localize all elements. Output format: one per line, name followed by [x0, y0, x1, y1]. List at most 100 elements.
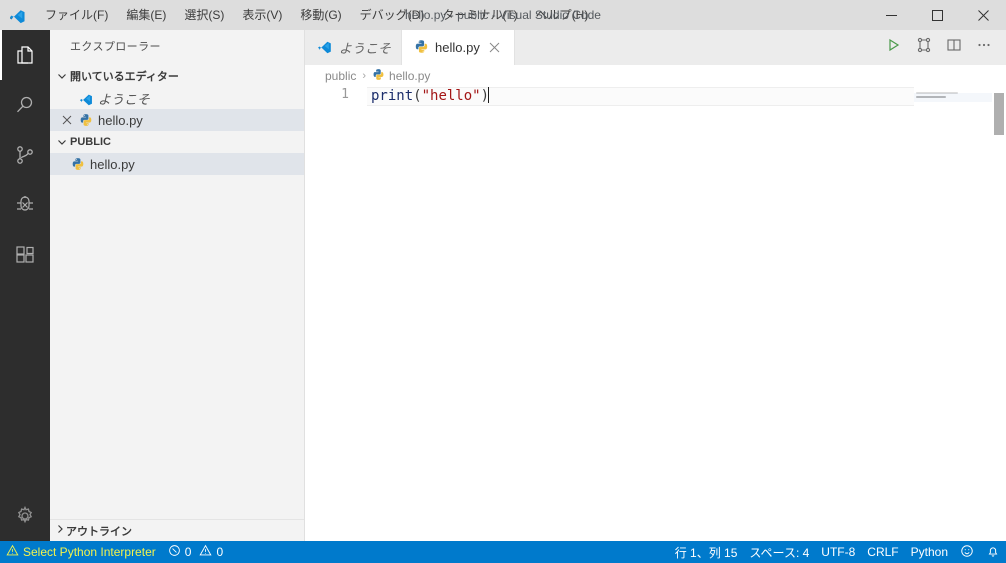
- play-icon: [886, 37, 902, 58]
- open-editor-label: hello.py: [98, 112, 143, 128]
- run-and-debug-button[interactable]: [910, 30, 938, 65]
- scrollbar-thumb[interactable]: [994, 93, 1004, 135]
- status-label: Select Python Interpreter: [23, 545, 156, 559]
- menu-item-view[interactable]: 表示(V): [233, 0, 291, 30]
- menu-item-edit[interactable]: 編集(E): [117, 0, 175, 30]
- files-icon: [13, 43, 37, 67]
- text-cursor: [488, 87, 490, 103]
- python-icon: [414, 39, 429, 57]
- token-function: print: [371, 88, 414, 104]
- vscode-window: ファイル(F) 編集(E) 選択(S) 表示(V) 移動(G) デバッグ(D) …: [0, 0, 1006, 563]
- activity-bar-item-manage[interactable]: [0, 491, 50, 541]
- breadcrumb-separator: ›: [362, 70, 367, 82]
- fork-icon: [916, 37, 932, 58]
- source-control-icon: [13, 143, 37, 167]
- sidebar-outline-label: アウトライン: [66, 525, 132, 538]
- tab-label: ようこそ: [339, 41, 392, 56]
- status-indentation[interactable]: スペース: 4: [743, 541, 815, 563]
- breadcrumb-item-hello-py[interactable]: hello.py: [372, 68, 430, 84]
- error-circle-icon: [168, 544, 181, 560]
- title-bar: ファイル(F) 編集(E) 選択(S) 表示(V) 移動(G) デバッグ(D) …: [0, 0, 1006, 30]
- sidebar-title: エクスプローラー: [70, 41, 161, 53]
- menu-item-selection[interactable]: 選択(S): [175, 0, 233, 30]
- status-problems[interactable]: 0 0: [162, 541, 229, 563]
- vscode-logo-icon: [76, 91, 96, 106]
- ellipsis-icon: [976, 37, 992, 58]
- menu-item-file[interactable]: ファイル(F): [36, 0, 117, 30]
- activity-bar: [0, 30, 50, 541]
- warning-icon: [199, 544, 212, 560]
- status-warning-count: 0: [216, 545, 224, 559]
- sidebar-explorer: エクスプローラー 開いているエディター ようこそ hello.py PUBLIC…: [50, 30, 305, 541]
- bell-icon: [986, 544, 1000, 561]
- sidebar-section-label: 開いているエディター: [70, 71, 179, 83]
- menu-item-go[interactable]: 移動(G): [291, 0, 350, 30]
- activity-bar-item-source-control[interactable]: [0, 130, 50, 180]
- menu-item-terminal[interactable]: ターミナル(T): [433, 0, 526, 30]
- editor-toolbar: [880, 30, 1006, 65]
- activity-bar-item-extensions[interactable]: [0, 230, 50, 280]
- debug-icon: [13, 193, 37, 217]
- chevron-down-icon: [54, 136, 70, 148]
- line-number: 1: [341, 87, 349, 102]
- sidebar-section-folder-public[interactable]: PUBLIC: [50, 131, 304, 153]
- code-editor[interactable]: 1 print("hello"): [305, 87, 1006, 541]
- sidebar-folder-label: PUBLIC: [70, 136, 111, 148]
- menu-item-help[interactable]: ヘルプ(H): [527, 0, 598, 30]
- tab-close-icon[interactable]: [486, 39, 504, 57]
- warning-icon: [6, 544, 19, 560]
- status-eol[interactable]: CRLF: [861, 541, 904, 563]
- editor-scrollbar[interactable]: [992, 87, 1006, 541]
- activity-bar-item-explorer[interactable]: [0, 30, 50, 80]
- tab-welcome[interactable]: ようこそ: [305, 30, 403, 65]
- sidebar-section-outline[interactable]: アウトライン: [50, 519, 304, 541]
- open-editor-label: ようこそ: [98, 91, 151, 107]
- more-actions-button[interactable]: [970, 30, 998, 65]
- status-bar: Select Python Interpreter 0 0 行 1、列 15 ス…: [0, 541, 1006, 563]
- chevron-down-icon: [54, 70, 70, 82]
- breadcrumb-label: hello.py: [389, 69, 431, 83]
- maximize-button[interactable]: [914, 0, 960, 30]
- extensions-icon: [13, 243, 37, 267]
- token-string: "hello": [421, 88, 481, 104]
- tab-label: hello.py: [435, 40, 480, 55]
- file-tree-item-hello-py[interactable]: hello.py: [50, 153, 304, 175]
- minimap-slider[interactable]: [914, 93, 992, 102]
- search-icon: [13, 93, 37, 117]
- status-encoding[interactable]: UTF-8: [815, 541, 861, 563]
- status-python-interpreter[interactable]: Select Python Interpreter: [0, 541, 162, 563]
- sidebar-section-open-editors[interactable]: 開いているエディター: [50, 65, 304, 87]
- minimap[interactable]: [914, 87, 992, 541]
- status-notifications[interactable]: [980, 541, 1006, 563]
- code-line-1[interactable]: 1 print("hello"): [305, 87, 1006, 106]
- file-tree-label: hello.py: [90, 156, 135, 172]
- breadcrumb: public › hello.py: [305, 65, 1006, 87]
- activity-bar-item-search[interactable]: [0, 80, 50, 130]
- run-python-file-button[interactable]: [880, 30, 908, 65]
- vscode-logo-icon: [317, 38, 333, 57]
- tab-hello-py[interactable]: hello.py: [402, 30, 515, 65]
- workbench: エクスプローラー 開いているエディター ようこそ hello.py PUBLIC…: [0, 30, 1006, 541]
- vscode-logo-icon: [0, 0, 36, 30]
- minimize-button[interactable]: [868, 0, 914, 30]
- close-icon[interactable]: [58, 115, 76, 125]
- menu-bar[interactable]: ファイル(F) 編集(E) 選択(S) 表示(V) 移動(G) デバッグ(D) …: [36, 0, 597, 30]
- status-feedback[interactable]: [954, 541, 980, 563]
- open-editor-item-hello-py[interactable]: hello.py: [50, 109, 304, 131]
- status-error-count: 0: [184, 545, 192, 559]
- smiley-icon: [960, 544, 974, 561]
- gear-icon: [13, 504, 37, 528]
- activity-bar-item-debug[interactable]: [0, 180, 50, 230]
- python-icon: [372, 68, 385, 84]
- split-editor-button[interactable]: [940, 30, 968, 65]
- menu-item-debug[interactable]: デバッグ(D): [351, 0, 434, 30]
- breadcrumb-item-public[interactable]: public: [325, 69, 356, 83]
- status-language-mode[interactable]: Python: [905, 541, 954, 563]
- status-cursor-position[interactable]: 行 1、列 15: [669, 541, 744, 563]
- editor-area: ようこそ hello.py public › hello.py 1 print(…: [305, 30, 1006, 541]
- close-button[interactable]: [960, 0, 1006, 30]
- open-editor-item-welcome[interactable]: ようこそ: [50, 87, 304, 109]
- code-content[interactable]: print("hello"): [371, 87, 490, 104]
- editor-tabs: ようこそ hello.py: [305, 30, 1006, 65]
- activity-bar-spacer: [0, 280, 50, 491]
